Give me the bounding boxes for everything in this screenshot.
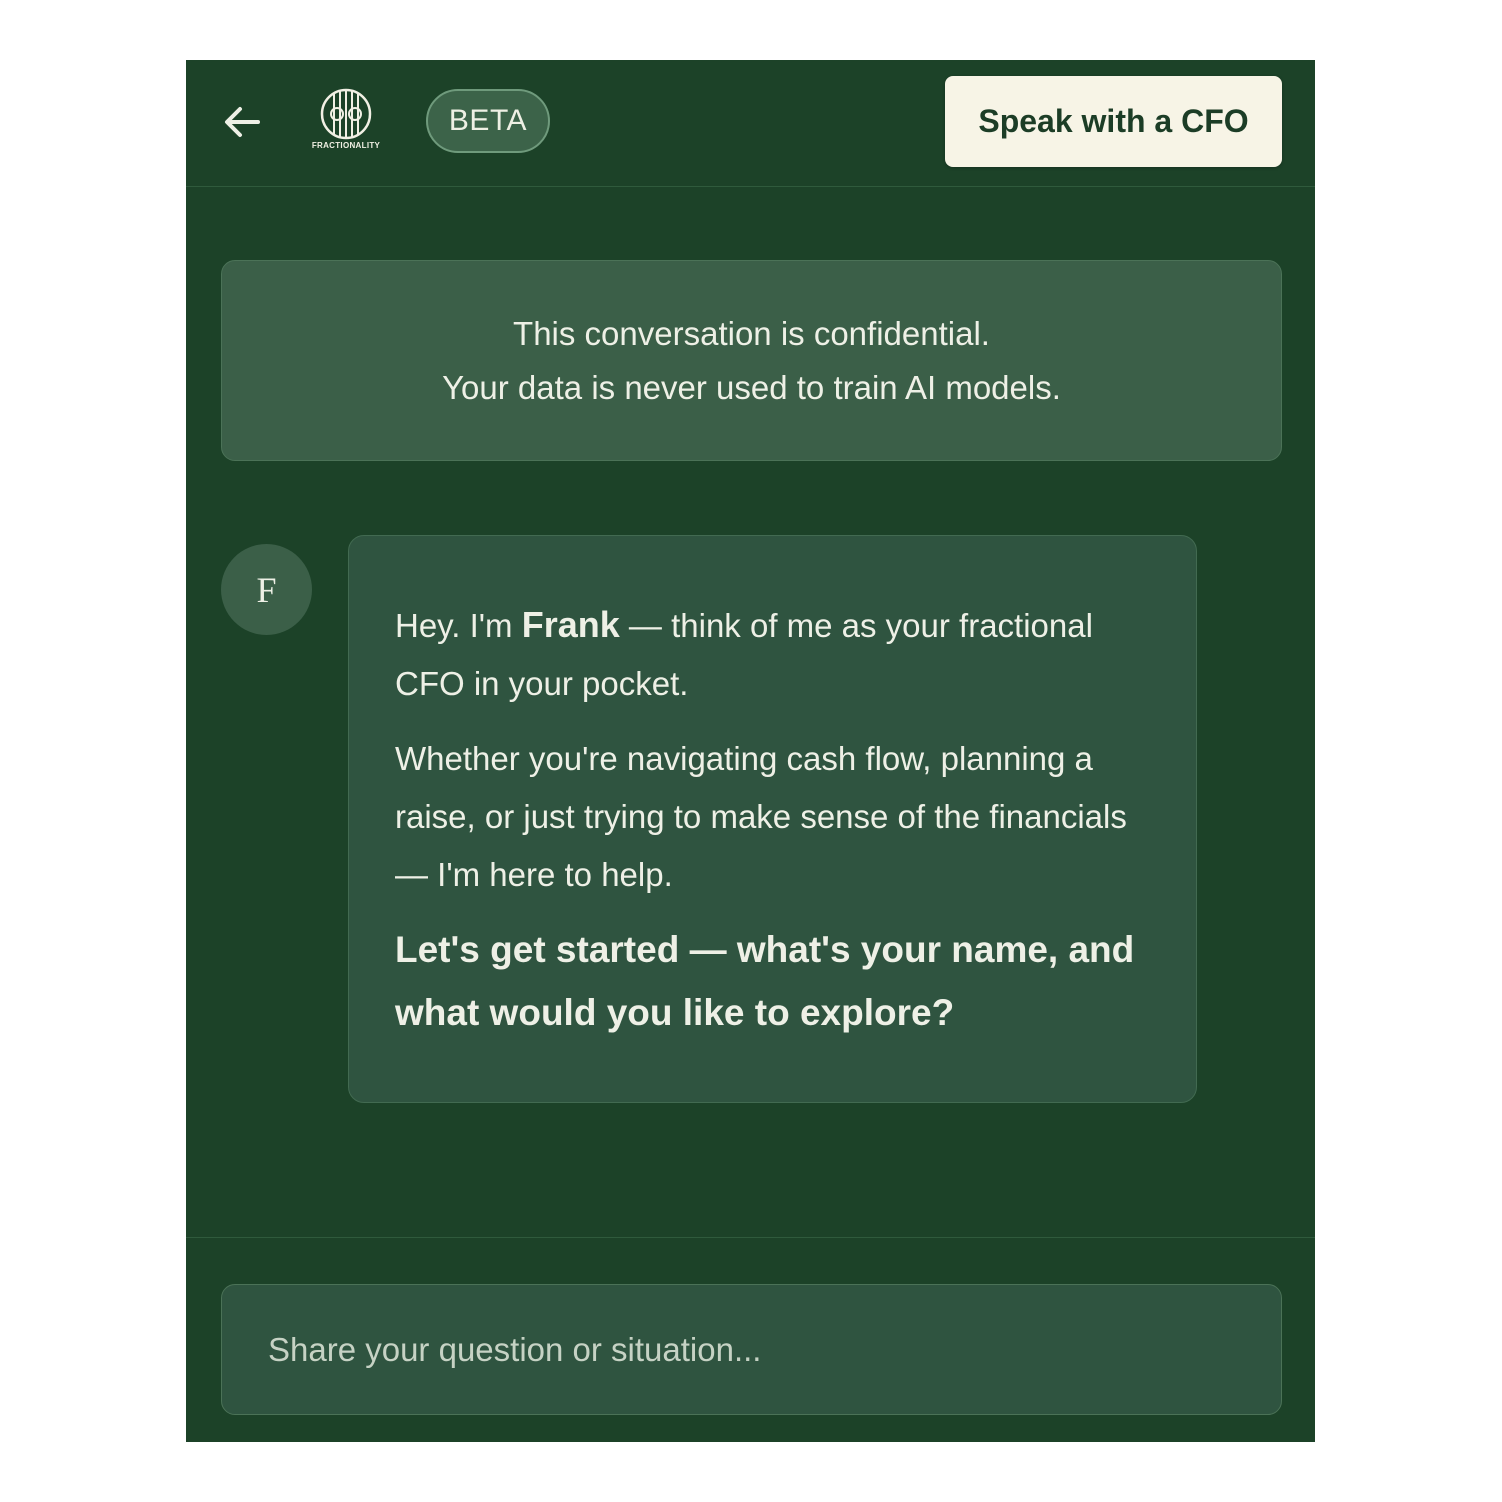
message-input[interactable] xyxy=(221,1284,1282,1415)
assistant-avatar: F xyxy=(221,544,312,635)
confidentiality-notice: This conversation is confidential. Your … xyxy=(221,260,1282,461)
notice-line-1: This conversation is confidential. xyxy=(513,314,990,352)
assistant-message: Hey. I'm Frank — think of me as your fra… xyxy=(348,535,1197,1103)
message-paragraph-2: Whether you're navigating cash flow, pla… xyxy=(395,740,1127,893)
beta-badge: BETA xyxy=(426,89,550,153)
chat-app: FRACTIONALITY BETA Speak with a CFO This… xyxy=(186,60,1315,1442)
header: FRACTIONALITY BETA Speak with a CFO xyxy=(186,60,1315,187)
message-paragraph-1: Hey. I'm Frank — think of me as your fra… xyxy=(395,596,1150,713)
arrow-left-icon xyxy=(225,107,260,137)
logo-wordmark: FRACTIONALITY xyxy=(311,141,381,150)
back-button[interactable] xyxy=(220,100,264,144)
assistant-name: Frank xyxy=(521,604,620,645)
speak-with-cfo-button[interactable]: Speak with a CFO xyxy=(945,76,1282,167)
greeting-text: Hey. I'm xyxy=(395,607,522,644)
message-question: Let's get started — what's your name, an… xyxy=(395,929,1135,1033)
logo-icon xyxy=(320,88,372,140)
fractionality-logo[interactable]: FRACTIONALITY xyxy=(304,88,388,158)
notice-line-2: Your data is never used to train AI mode… xyxy=(442,368,1061,406)
composer-divider xyxy=(186,1237,1315,1238)
